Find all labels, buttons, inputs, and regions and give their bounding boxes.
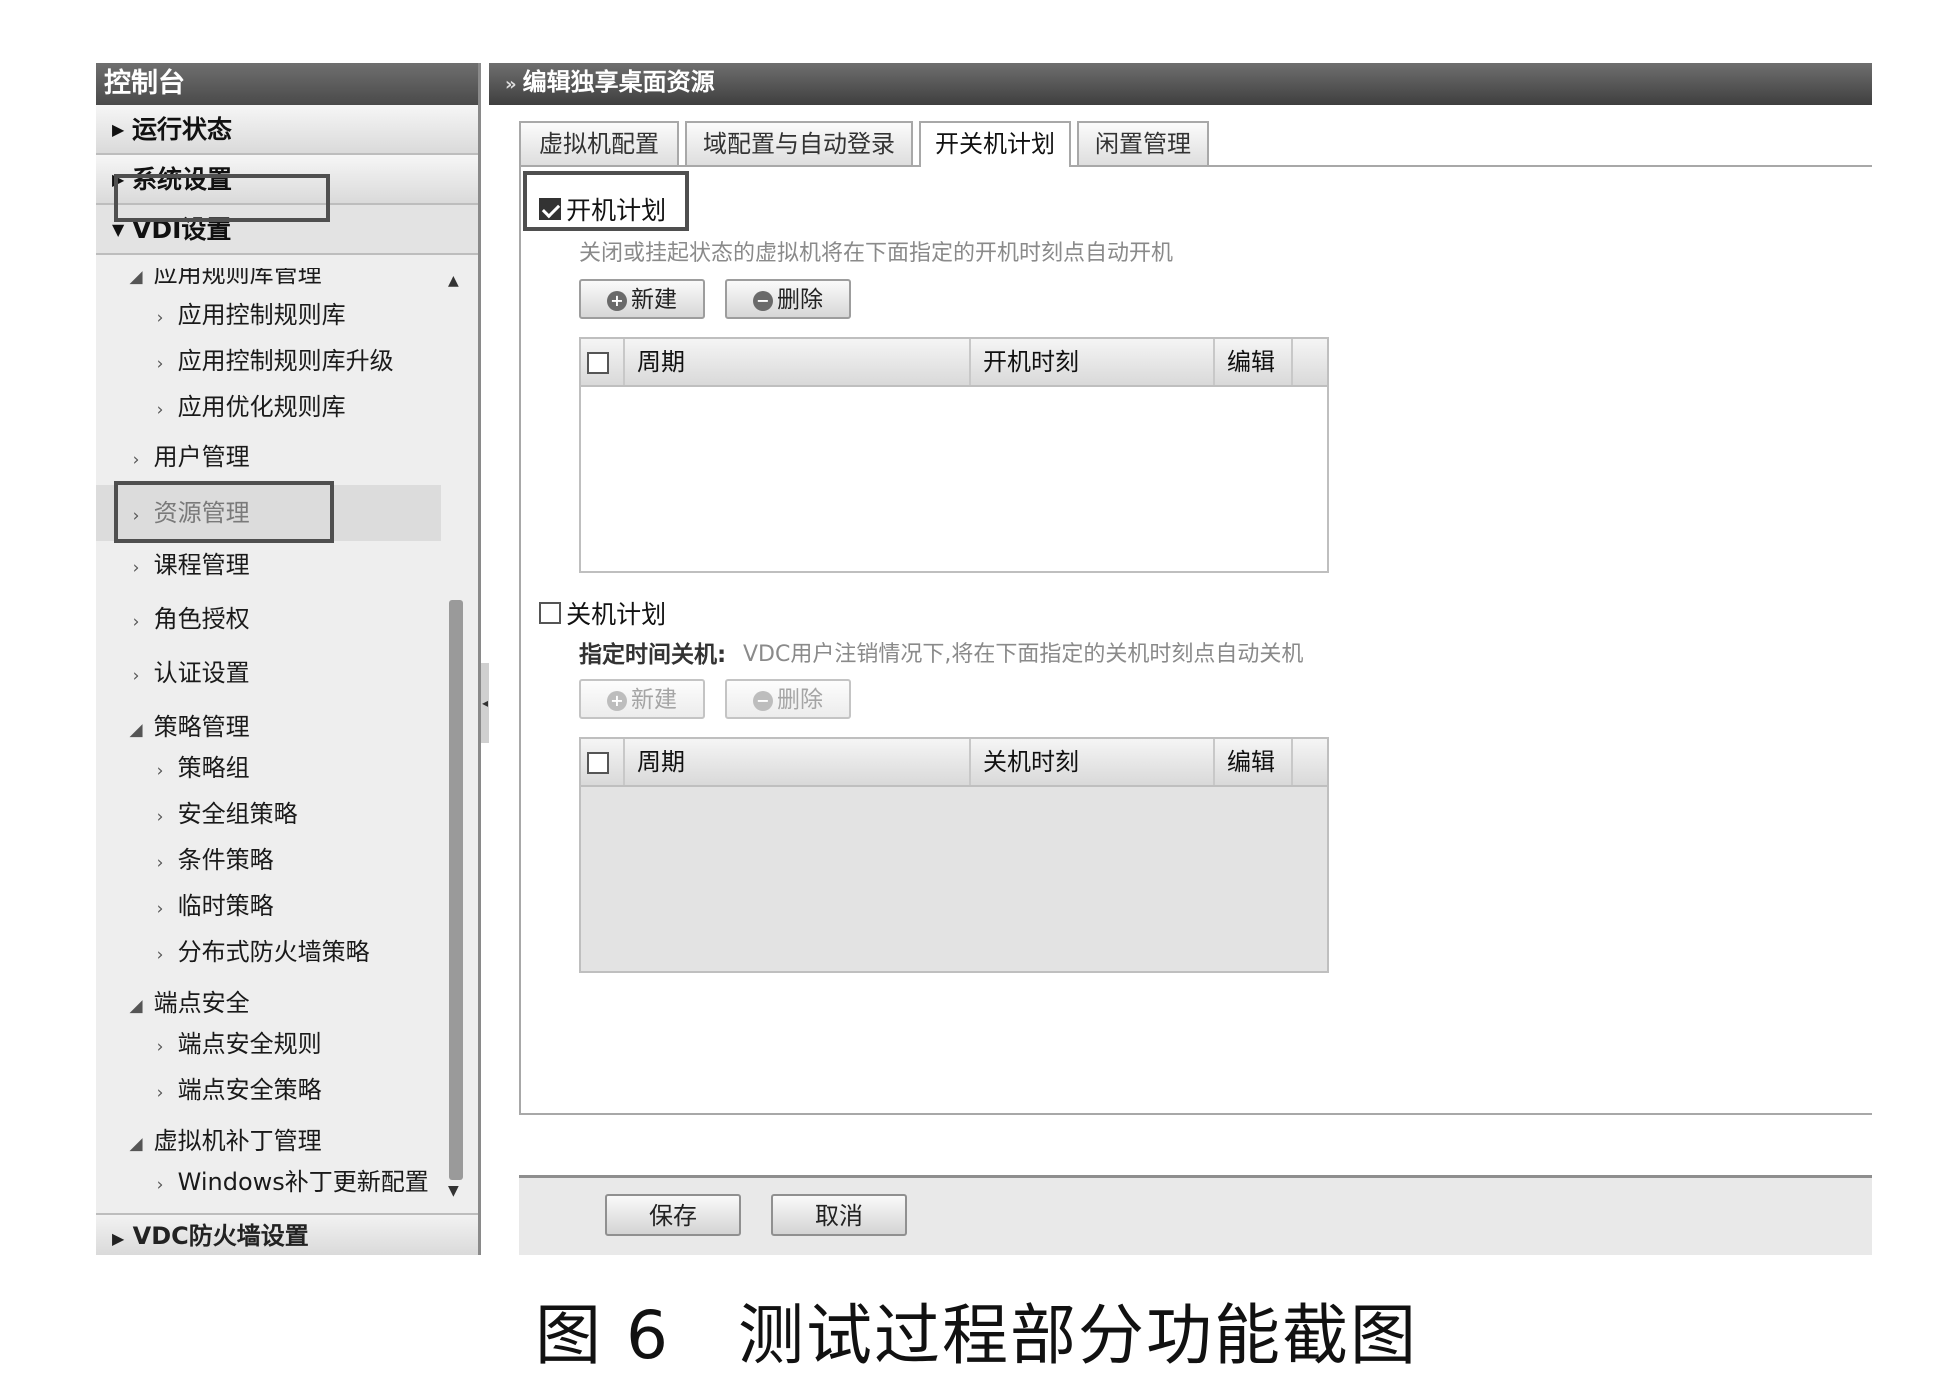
- caret-down-icon: ▼: [112, 220, 125, 239]
- chevron-right-icon: ›: [156, 400, 164, 420]
- tree-node-resource-management[interactable]: › 资源管理: [96, 485, 441, 541]
- tree-node-app-optimize-rules[interactable]: › 应用优化规则库: [96, 385, 441, 429]
- chevron-right-icon: ›: [156, 354, 164, 374]
- sidebar-item-run-status[interactable]: ▶ 运行状态: [96, 105, 478, 155]
- tree-node-user-management[interactable]: › 用户管理: [96, 435, 441, 479]
- tab-power-schedule[interactable]: 开关机计划: [919, 121, 1071, 167]
- tree-node-role-authorization[interactable]: › 角色授权: [96, 597, 441, 641]
- plus-icon: +: [607, 690, 627, 711]
- boot-select-all[interactable]: [581, 339, 625, 385]
- select-all-checkbox[interactable]: [587, 752, 609, 774]
- chevron-right-icon: ›: [156, 945, 164, 965]
- chevron-right-icon: ›: [156, 1083, 164, 1103]
- collapse-left-icon: ◂: [481, 696, 489, 710]
- shutdown-schedule-table: 周期 关机时刻 编辑: [579, 737, 1329, 973]
- tab-bar: 虚拟机配置 域配置与自动登录 开关机计划 闲置管理: [519, 121, 1872, 167]
- chevron-right-icon: ›: [156, 761, 164, 781]
- tree-node-temporary-policy[interactable]: › 临时策略: [96, 884, 441, 928]
- shutdown-schedule-label: 关机计划: [566, 600, 667, 629]
- column-header-edit[interactable]: 编辑: [1215, 739, 1293, 785]
- column-header-period[interactable]: 周期: [625, 739, 971, 785]
- tab-panel-power-schedule: 开机计划 关闭或挂起状态的虚拟机将在下面指定的开机时刻点自动开机 + 新建 − 删除…: [519, 167, 1872, 1115]
- shutdown-schedule-hint: VDC用户注销情况下,将在下面指定的关机时刻点自动关机: [743, 642, 1304, 667]
- minus-icon: −: [753, 690, 773, 711]
- sidebar: 控制台 ▶ 运行状态 ▶ 系统设置 ▼ VDI设置 ◢ 应用规则库管理 › 应用控制规…: [96, 63, 481, 1255]
- chevron-right-icon: ›: [156, 1037, 164, 1057]
- boot-table-header: 周期 开机时刻 编辑: [581, 339, 1327, 387]
- chevron-right-icon: ›: [156, 899, 164, 919]
- column-header-shutdown-time[interactable]: 关机时刻: [971, 739, 1215, 785]
- select-all-checkbox[interactable]: [587, 352, 609, 374]
- boot-new-button[interactable]: + 新建: [579, 279, 705, 319]
- main-panel: » 编辑独享桌面资源 虚拟机配置 域配置与自动登录 开关机计划 闲置管理 开机计划…: [489, 63, 1872, 1255]
- tree-node-auth-settings[interactable]: › 认证设置: [96, 651, 441, 695]
- caret-right-icon: ▶: [112, 120, 125, 139]
- tab-idle-management[interactable]: 闲置管理: [1077, 121, 1209, 165]
- tab-domain-autologin[interactable]: 域配置与自动登录: [685, 121, 913, 165]
- shutdown-schedule-checkbox[interactable]: [539, 602, 561, 624]
- tree-node-policy-group[interactable]: › 策略组: [96, 746, 441, 790]
- tree-node-course-management[interactable]: › 课程管理: [96, 543, 441, 587]
- page-header: » 编辑独享桌面资源: [489, 63, 1872, 105]
- plus-icon: +: [607, 290, 627, 311]
- tree-node-condition-policy[interactable]: › 条件策略: [96, 838, 441, 882]
- double-chevron-icon: »: [505, 74, 517, 95]
- sidebar-title: 控制台: [96, 63, 478, 105]
- boot-schedule-label: 开机计划: [566, 196, 667, 225]
- page-title: 编辑独享桌面资源: [522, 68, 715, 96]
- sidebar-item-vdi-settings[interactable]: ▼ VDI设置: [96, 205, 478, 255]
- column-header-period[interactable]: 周期: [625, 339, 971, 385]
- chevron-right-icon: ›: [132, 450, 140, 470]
- tree-node-distributed-firewall-policy[interactable]: › 分布式防火墙策略: [96, 930, 441, 974]
- tree-node-security-group-policy[interactable]: › 安全组策略: [96, 792, 441, 836]
- tree-node-endpoint-security[interactable]: ◢ 端点安全: [96, 981, 441, 1025]
- tree-node-app-control-rules-upgrade[interactable]: › 应用控制规则库升级: [96, 339, 441, 383]
- chevron-right-icon: ›: [156, 807, 164, 827]
- form-footer: 保存 取消: [519, 1175, 1872, 1255]
- tree-node-app-control-rules[interactable]: › 应用控制规则库: [96, 293, 441, 337]
- boot-schedule-table: 周期 开机时刻 编辑: [579, 337, 1329, 573]
- caret-right-icon: ▶: [112, 1229, 125, 1248]
- tab-vm-config[interactable]: 虚拟机配置: [519, 121, 679, 165]
- chevron-right-icon: ›: [132, 666, 140, 686]
- save-button[interactable]: 保存: [605, 1194, 741, 1236]
- chevron-right-icon: ›: [156, 1175, 164, 1195]
- column-header-boot-time[interactable]: 开机时刻: [971, 339, 1215, 385]
- shutdown-delete-button[interactable]: − 删除: [725, 679, 851, 719]
- chevron-right-icon: ›: [132, 612, 140, 632]
- tree-node-endpoint-security-policy[interactable]: › 端点安全策略: [96, 1068, 441, 1112]
- app-window: 控制台 ▶ 运行状态 ▶ 系统设置 ▼ VDI设置 ◢ 应用规则库管理 › 应用控制规…: [96, 63, 1872, 1255]
- shutdown-new-button[interactable]: + 新建: [579, 679, 705, 719]
- boot-schedule-checkbox[interactable]: [539, 198, 561, 220]
- scrollbar-thumb[interactable]: [449, 600, 463, 1180]
- tree-node-vm-patch-management[interactable]: ◢ 虚拟机补丁管理: [96, 1119, 441, 1163]
- caret-right-icon: ▶: [112, 170, 125, 189]
- boot-schedule-hint: 关闭或挂起状态的虚拟机将在下面指定的开机时刻点自动开机: [579, 241, 1174, 266]
- tree-node-policy-management[interactable]: ◢ 策略管理: [96, 705, 441, 749]
- scroll-up-icon[interactable]: ▲: [448, 273, 459, 289]
- figure-caption: 图 6 测试过程部分功能截图: [535, 1297, 1418, 1374]
- tree-node-windows-patch-config[interactable]: › Windows补丁更新配置: [96, 1160, 441, 1204]
- chevron-right-icon: ›: [156, 853, 164, 873]
- scroll-down-icon[interactable]: ▼: [448, 1183, 459, 1199]
- sidebar-tree: ◢ 应用规则库管理 › 应用控制规则库 › 应用控制规则库升级 › 应用优化规则…: [96, 268, 441, 1208]
- shutdown-timed-label: 指定时间关机:: [579, 642, 727, 668]
- boot-delete-button[interactable]: − 删除: [725, 279, 851, 319]
- shutdown-schedule-toggle[interactable]: 关机计划: [539, 595, 666, 631]
- shutdown-table-header: 周期 关机时刻 编辑: [581, 739, 1327, 787]
- sidebar-item-vdc-firewall[interactable]: ▶ VDC防火墙设置: [96, 1213, 478, 1255]
- cancel-button[interactable]: 取消: [771, 1194, 907, 1236]
- minus-icon: −: [753, 290, 773, 311]
- sidebar-collapse-handle[interactable]: ◂: [481, 663, 489, 743]
- tree-node-app-rule-library[interactable]: ◢ 应用规则库管理: [96, 268, 441, 296]
- tree-node-endpoint-security-rules[interactable]: › 端点安全规则: [96, 1022, 441, 1066]
- chevron-right-icon: ›: [132, 506, 140, 526]
- boot-schedule-toggle[interactable]: 开机计划: [539, 191, 666, 227]
- chevron-right-icon: ›: [132, 558, 140, 578]
- column-header-edit[interactable]: 编辑: [1215, 339, 1293, 385]
- shutdown-select-all[interactable]: [581, 739, 625, 785]
- sidebar-item-system-settings[interactable]: ▶ 系统设置: [96, 155, 478, 205]
- chevron-right-icon: ›: [156, 308, 164, 328]
